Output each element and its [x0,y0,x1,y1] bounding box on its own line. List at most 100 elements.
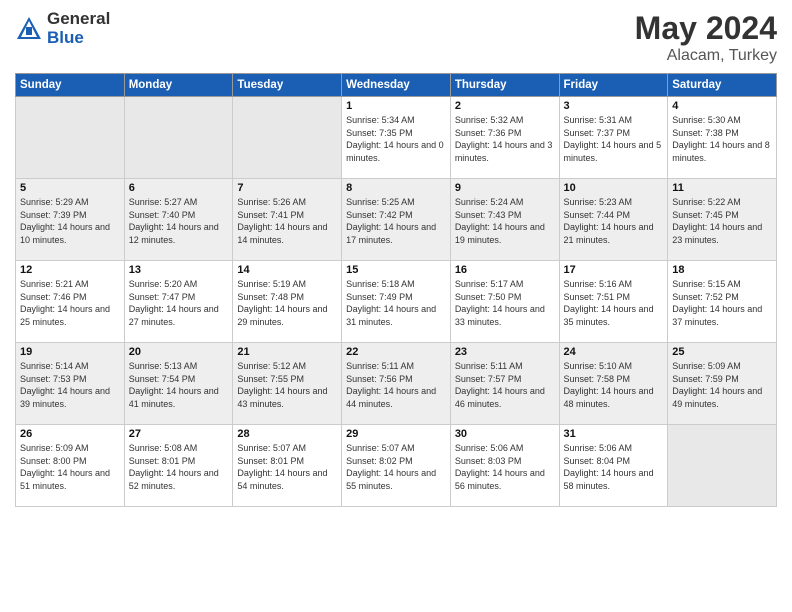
day-info-25: Sunrise: 5:09 AMSunset: 7:59 PMDaylight:… [672,360,772,410]
day-number-24: 24 [564,346,664,358]
daylight-16: Daylight: 14 hours and 33 minutes. [455,304,545,327]
day-cell-27: 27 Sunrise: 5:08 AMSunset: 8:01 PMDayligh… [124,425,233,507]
day-number-7: 7 [237,182,337,194]
calendar-title: May 2024 [635,10,777,47]
sunset-19: Sunset: 7:53 PM [20,374,87,384]
day-info-10: Sunrise: 5:23 AMSunset: 7:44 PMDaylight:… [564,196,664,246]
calendar-table: Sunday Monday Tuesday Wednesday Thursday… [15,73,777,507]
sunrise-5: Sunrise: 5:29 AM [20,197,89,207]
sunset-2: Sunset: 7:36 PM [455,128,522,138]
sunset-21: Sunset: 7:55 PM [237,374,304,384]
sunset-29: Sunset: 8:02 PM [346,456,413,466]
sunset-1: Sunset: 7:35 PM [346,128,413,138]
day-cell-19: 19 Sunrise: 5:14 AM Sunset: 7:53 PM Dayligh… [16,343,125,425]
sunrise-2: Sunrise: 5:32 AM [455,115,524,125]
sunset-9: Sunset: 7:43 PM [455,210,522,220]
sunset-14: Sunset: 7:48 PM [237,292,304,302]
sunrise-22: Sunrise: 5:11 AM [346,361,414,371]
col-thursday: Thursday [450,74,559,97]
daylight-5: Daylight: 14 hours and 10 minutes. [20,222,110,245]
day-number-13: 13 [129,264,229,276]
daylight-4: Daylight: 14 hours and 8 minutes. [672,140,770,163]
daylight-31: Daylight: 14 hours and 58 minutes. [564,468,654,491]
sunset-12: Sunset: 7:46 PM [20,292,87,302]
day-cell-30: 30Sunrise: 5:06 AMSunset: 8:03 PMDayligh… [450,425,559,507]
sunrise-29: Sunrise: 5:07 AM [346,443,415,453]
sunset-15: Sunset: 7:49 PM [346,292,413,302]
col-friday: Friday [559,74,668,97]
day-info-1: Sunrise: 5:34 AMSunset: 7:35 PMDaylight:… [346,114,446,164]
day-number-21: 21 [237,346,337,358]
day-number-6: 6 [129,182,229,194]
sunrise-24: Sunrise: 5:10 AM [564,361,633,371]
day-cell-10: 10 Sunrise: 5:23 AMSunset: 7:44 PMDayligh… [559,179,668,261]
day-info-14: Sunrise: 5:19 AMSunset: 7:48 PMDaylight:… [237,278,337,328]
day-cell-14: 14Sunrise: 5:19 AMSunset: 7:48 PMDayligh… [233,261,342,343]
day-info-27: Sunrise: 5:08 AMSunset: 8:01 PMDaylight:… [129,442,229,492]
sunrise-13: Sunrise: 5:20 AM [129,279,198,289]
day-number-26: 26 [20,428,120,440]
sunrise-30: Sunrise: 5:06 AM [455,443,524,453]
daylight-19: Daylight: 14 hours and 39 minutes. [20,386,110,409]
empty-cell [668,425,777,507]
daylight-6: Daylight: 14 hours and 12 minutes. [129,222,219,245]
col-sunday: Sunday [16,74,125,97]
day-number-20: 20 [129,346,229,358]
col-saturday: Saturday [668,74,777,97]
day-cell-20: 20Sunrise: 5:13 AMSunset: 7:54 PMDayligh… [124,343,233,425]
day-number-3: 3 [564,100,664,112]
daylight-9: Daylight: 14 hours and 19 minutes. [455,222,545,245]
day-number-25: 25 [672,346,772,358]
day-info-30: Sunrise: 5:06 AMSunset: 8:03 PMDaylight:… [455,442,555,492]
day-number-27: 27 [129,428,229,440]
day-number-15: 15 [346,264,446,276]
page-container: General Blue May 2024 Alacam, Turkey Sun… [0,0,792,517]
day-number-11: 11 [672,182,772,194]
day-cell-28: 28Sunrise: 5:07 AMSunset: 8:01 PMDayligh… [233,425,342,507]
day-number-9: 9 [455,182,555,194]
daylight-20: Daylight: 14 hours and 41 minutes. [129,386,219,409]
sunset-4: Sunset: 7:38 PM [672,128,739,138]
sunrise-26: Sunrise: 5:09 AM [20,443,89,453]
week-row-5: 26Sunrise: 5:09 AMSunset: 8:00 PMDayligh… [16,425,777,507]
sunrise-19: Sunrise: 5:14 AM [20,361,89,371]
sunset-22: Sunset: 7:56 PM [346,374,413,384]
sunset-6: Sunset: 7:40 PM [129,210,196,220]
daylight-26: Daylight: 14 hours and 51 minutes. [20,468,110,491]
sunset-27: Sunset: 8:01 PM [129,456,196,466]
daylight-8: Daylight: 14 hours and 17 minutes. [346,222,436,245]
sunset-7: Sunset: 7:41 PM [237,210,304,220]
day-info-9: Sunrise: 5:24 AMSunset: 7:43 PMDaylight:… [455,196,555,246]
day-cell-24: 24Sunrise: 5:10 AMSunset: 7:58 PMDayligh… [559,343,668,425]
day-cell-9: 9 Sunrise: 5:24 AMSunset: 7:43 PMDaylight… [450,179,559,261]
day-cell-7: 7Sunrise: 5:26 AMSunset: 7:41 PMDaylight… [233,179,342,261]
day-info-23: Sunrise: 5:11 AMSunset: 7:57 PMDaylight:… [455,360,555,410]
sunset-28: Sunset: 8:01 PM [237,456,304,466]
empty-cell [233,97,342,179]
day-number-19: 19 [20,346,120,358]
sunrise-23: Sunrise: 5:11 AM [455,361,523,371]
day-cell-15: 15Sunrise: 5:18 AMSunset: 7:49 PMDayligh… [342,261,451,343]
day-cell-4: 4Sunrise: 5:30 AMSunset: 7:38 PMDaylight… [668,97,777,179]
day-number-10: 10 [564,182,664,194]
sunset-25: Sunset: 7:59 PM [672,374,739,384]
sunset-24: Sunset: 7:58 PM [564,374,631,384]
sunrise-28: Sunrise: 5:07 AM [237,443,306,453]
day-cell-18: 18Sunrise: 5:15 AMSunset: 7:52 PMDayligh… [668,261,777,343]
day-number-28: 28 [237,428,337,440]
day-cell-29: 29Sunrise: 5:07 AMSunset: 8:02 PMDayligh… [342,425,451,507]
day-cell-3: 3Sunrise: 5:31 AMSunset: 7:37 PMDaylight… [559,97,668,179]
day-cell-11: 11Sunrise: 5:22 AMSunset: 7:45 PMDayligh… [668,179,777,261]
title-block: May 2024 Alacam, Turkey [635,10,777,65]
daylight-29: Daylight: 14 hours and 55 minutes. [346,468,436,491]
day-cell-26: 26Sunrise: 5:09 AMSunset: 8:00 PMDayligh… [16,425,125,507]
day-cell-2: 2Sunrise: 5:32 AMSunset: 7:36 PMDaylight… [450,97,559,179]
week-row-4: 19 Sunrise: 5:14 AM Sunset: 7:53 PM Dayligh… [16,343,777,425]
day-info-29: Sunrise: 5:07 AM Sunset: 8:02 PM Daylight:… [346,442,446,492]
sunset-5: Sunset: 7:39 PM [20,210,87,220]
day-cell-17: 17Sunrise: 5:16 AMSunset: 7:51 PMDayligh… [559,261,668,343]
sunrise-4: Sunrise: 5:30 AM [672,115,741,125]
sunset-8: Sunset: 7:42 PM [346,210,413,220]
daylight-14: Daylight: 14 hours and 29 minutes. [237,304,327,327]
logo-blue: Blue [47,29,110,48]
